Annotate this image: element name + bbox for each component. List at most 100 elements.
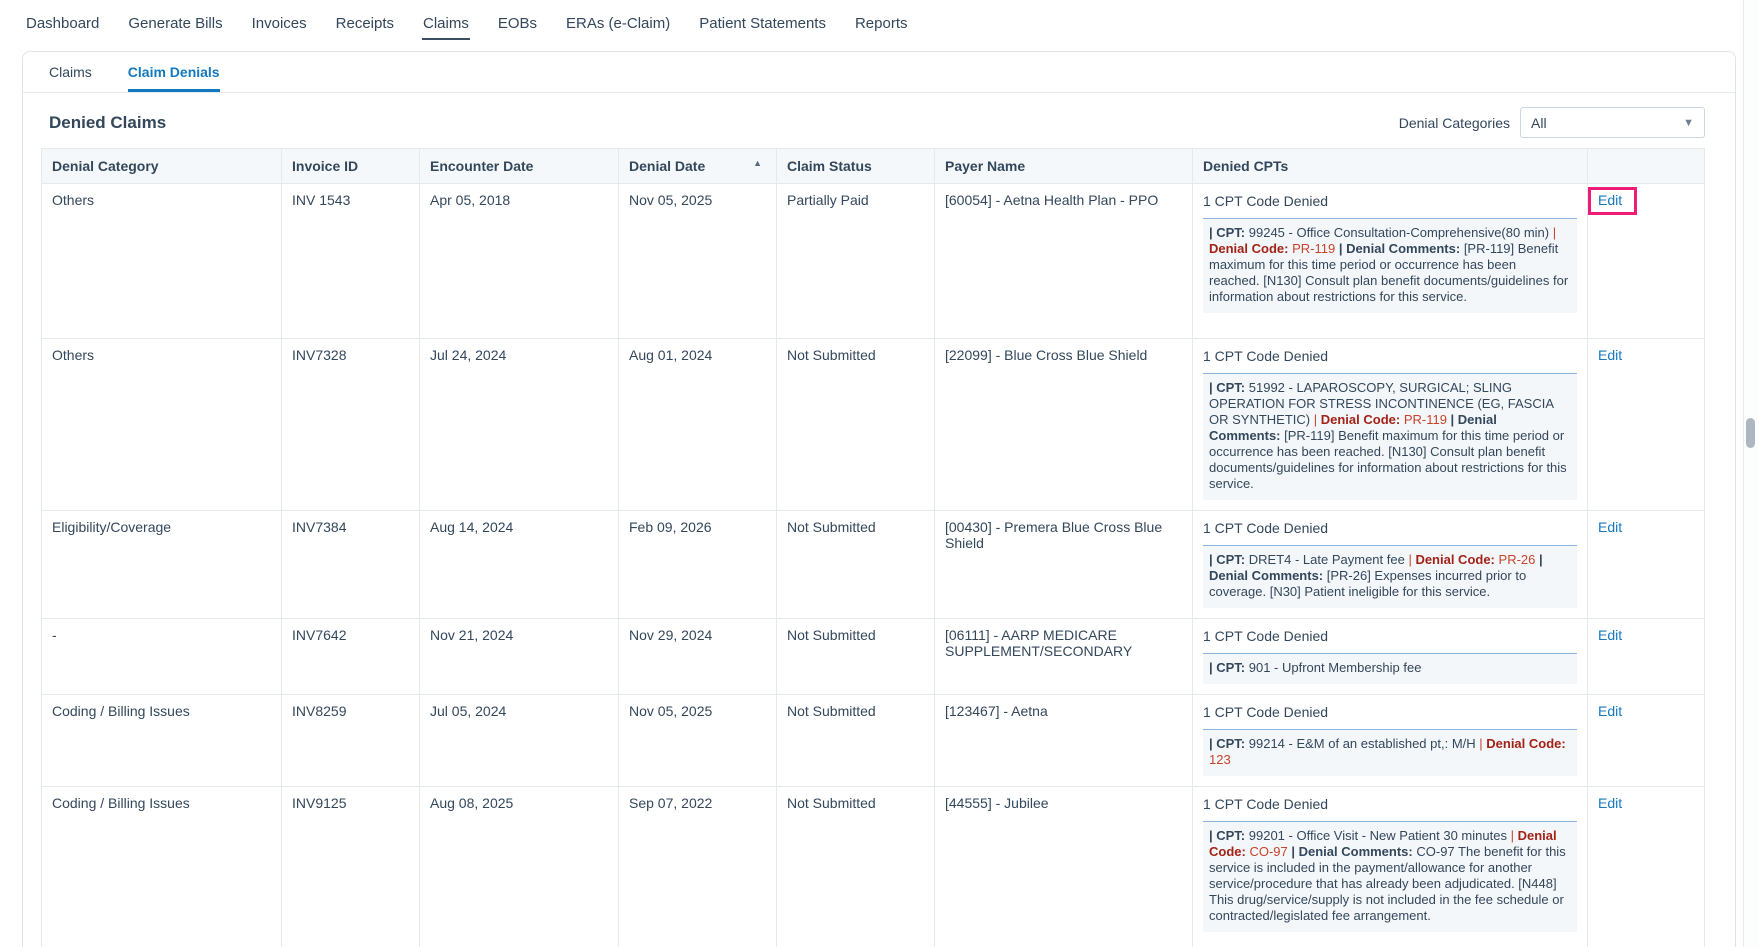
column-header-denial-category: Denial Category	[42, 149, 282, 184]
cpt-detail-segment: CO-97	[1246, 844, 1292, 859]
column-header-actions	[1588, 149, 1705, 184]
claims-panel: Claims Claim Denials Denied Claims Denia…	[22, 51, 1736, 947]
cpt-detail-segment: 99201 - Office Visit - New Patient 30 mi…	[1245, 828, 1510, 843]
denied-claims-table: Denial Category Invoice ID Encounter Dat…	[41, 148, 1705, 947]
cpt-detail-segment: PR-119	[1400, 412, 1450, 427]
page-title: Denied Claims	[49, 113, 166, 133]
invoice-id-cell: INV 1543	[282, 184, 420, 339]
table-row: Coding / Billing Issues INV8259 Jul 05, …	[42, 695, 1705, 787]
denial-categories-select[interactable]: All ▼	[1520, 107, 1705, 138]
cpt-detail-segment: PR-26	[1495, 552, 1539, 567]
column-header-denied-cpts: Denied CPTs	[1193, 149, 1588, 184]
denial-date-cell: Nov 29, 2024	[619, 619, 777, 695]
tab-claims[interactable]: Claims	[49, 52, 92, 92]
cpt-detail-segment: Denial Comments:	[1299, 844, 1413, 859]
tab-claim-denials[interactable]: Claim Denials	[128, 52, 220, 92]
chevron-down-icon: ▼	[1683, 117, 1694, 129]
invoice-id-cell: INV7642	[282, 619, 420, 695]
claims-sub-tabs: Claims Claim Denials	[23, 52, 1735, 93]
cpt-detail-segment: 123	[1209, 752, 1231, 767]
cpt-denial-detail: | CPT: 99245 - Office Consultation-Compr…	[1203, 218, 1577, 313]
encounter-date-cell: Aug 14, 2024	[420, 511, 619, 619]
nav-item-reports[interactable]: Reports	[854, 9, 909, 40]
cpt-detail-segment: Denial Comments:	[1346, 241, 1460, 256]
invoice-id-cell: INV9125	[282, 787, 420, 947]
nav-item-patient-statements[interactable]: Patient Statements	[698, 9, 827, 40]
cpt-detail-segment: |	[1511, 828, 1518, 843]
denied-count-label: 1 CPT Code Denied	[1203, 703, 1577, 720]
cpt-detail-segment: Denial Code:	[1486, 736, 1565, 751]
cpt-detail-segment: Denial Comments:	[1209, 568, 1323, 583]
nav-item-eobs[interactable]: EOBs	[497, 9, 538, 40]
nav-item-eras[interactable]: ERAs (e-Claim)	[565, 9, 671, 40]
denial-date-cell: Aug 01, 2024	[619, 339, 777, 511]
edit-button[interactable]: Edit	[1598, 519, 1622, 535]
cpt-detail-segment: |	[1451, 412, 1458, 427]
nav-item-claims[interactable]: Claims	[422, 9, 470, 40]
denied-count-label: 1 CPT Code Denied	[1203, 192, 1577, 209]
edit-button[interactable]: Edit	[1598, 347, 1622, 363]
cpt-detail-segment: CPT:	[1216, 225, 1245, 240]
nav-item-generate-bills[interactable]: Generate Bills	[127, 9, 223, 40]
cpt-detail-segment: 99214 - E&M of an established pt,: M/H	[1245, 736, 1479, 751]
denial-categories-selected-value: All	[1531, 115, 1547, 131]
claim-status-cell: Not Submitted	[777, 619, 935, 695]
claims-table-body: Others INV 1543 Apr 05, 2018 Nov 05, 202…	[42, 184, 1705, 947]
cpt-detail-segment: Denial Code:	[1209, 241, 1288, 256]
cpt-detail-segment: |	[1314, 412, 1321, 427]
invoice-id-cell: INV7328	[282, 339, 420, 511]
denial-category-cell: Others	[42, 184, 282, 339]
nav-item-receipts[interactable]: Receipts	[335, 9, 395, 40]
claim-status-cell: Not Submitted	[777, 339, 935, 511]
payer-name-cell: [22099] - Blue Cross Blue Shield	[935, 339, 1193, 511]
cpt-detail-segment: Denial Code:	[1415, 552, 1494, 567]
column-header-denial-date[interactable]: Denial Date ▲	[619, 149, 777, 184]
denial-date-cell: Nov 05, 2025	[619, 695, 777, 787]
denied-count-label: 1 CPT Code Denied	[1203, 347, 1577, 364]
payer-name-cell: [00430] - Premera Blue Cross Blue Shield	[935, 511, 1193, 619]
payer-name-cell: [123467] - Aetna	[935, 695, 1193, 787]
table-scrollbar-thumb[interactable]	[1735, 241, 1736, 379]
denied-cpts-cell: 1 CPT Code Denied | CPT: DRET4 - Late Pa…	[1193, 511, 1588, 619]
edit-cell: Edit	[1588, 184, 1705, 339]
payer-name-cell: [44555] - Jubilee	[935, 787, 1193, 947]
cpt-detail-segment: 901 - Upfront Membership fee	[1245, 660, 1421, 675]
cpt-detail-segment: DRET4 - Late Payment fee	[1245, 552, 1408, 567]
sort-asc-icon[interactable]: ▲	[753, 158, 762, 168]
cpt-denial-detail: | CPT: 901 - Upfront Membership fee	[1203, 653, 1577, 684]
table-row: Others INV7328 Jul 24, 2024 Aug 01, 2024…	[42, 339, 1705, 511]
payer-name-cell: [06111] - AARP MEDICARE SUPPLEMENT/SECON…	[935, 619, 1193, 695]
denied-count-label: 1 CPT Code Denied	[1203, 519, 1577, 536]
encounter-date-cell: Jul 05, 2024	[420, 695, 619, 787]
encounter-date-cell: Apr 05, 2018	[420, 184, 619, 339]
denial-categories-label: Denial Categories	[1399, 115, 1510, 131]
denial-date-cell: Feb 09, 2026	[619, 511, 777, 619]
denied-count-label: 1 CPT Code Denied	[1203, 795, 1577, 812]
column-header-encounter-date: Encounter Date	[420, 149, 619, 184]
cpt-detail-segment: |	[1539, 552, 1543, 567]
cpt-detail-segment: |	[1339, 241, 1346, 256]
edit-button[interactable]: Edit	[1598, 703, 1622, 719]
cpt-denial-detail: | CPT: 99214 - E&M of an established pt,…	[1203, 729, 1577, 776]
denial-categories-filter: Denial Categories All ▼	[1399, 107, 1705, 138]
nav-item-invoices[interactable]: Invoices	[251, 9, 308, 40]
encounter-date-cell: Nov 21, 2024	[420, 619, 619, 695]
cpt-detail-segment: CPT:	[1216, 736, 1245, 751]
edit-cell: Edit	[1588, 787, 1705, 947]
table-row: - INV7642 Nov 21, 2024 Nov 29, 2024 Not …	[42, 619, 1705, 695]
denied-cpts-cell: 1 CPT Code Denied | CPT: 99245 - Office …	[1193, 184, 1588, 339]
claim-status-cell: Not Submitted	[777, 787, 935, 947]
edit-button[interactable]: Edit	[1598, 627, 1622, 643]
window-scrollbar-thumb[interactable]	[1746, 418, 1755, 448]
denied-cpts-cell: 1 CPT Code Denied | CPT: 99214 - E&M of …	[1193, 695, 1588, 787]
edit-button[interactable]: Edit	[1591, 190, 1634, 212]
cpt-detail-segment: |	[1553, 225, 1556, 240]
denial-date-cell: Sep 07, 2022	[619, 787, 777, 947]
nav-item-dashboard[interactable]: Dashboard	[25, 9, 100, 40]
table-row: Coding / Billing Issues INV9125 Aug 08, …	[42, 787, 1705, 947]
denial-category-cell: Eligibility/Coverage	[42, 511, 282, 619]
denied-cpts-cell: 1 CPT Code Denied | CPT: 901 - Upfront M…	[1193, 619, 1588, 695]
edit-button[interactable]: Edit	[1598, 795, 1622, 811]
denied-cpts-cell: 1 CPT Code Denied | CPT: 51992 - LAPAROS…	[1193, 339, 1588, 511]
cpt-detail-segment: CPT:	[1216, 828, 1245, 843]
